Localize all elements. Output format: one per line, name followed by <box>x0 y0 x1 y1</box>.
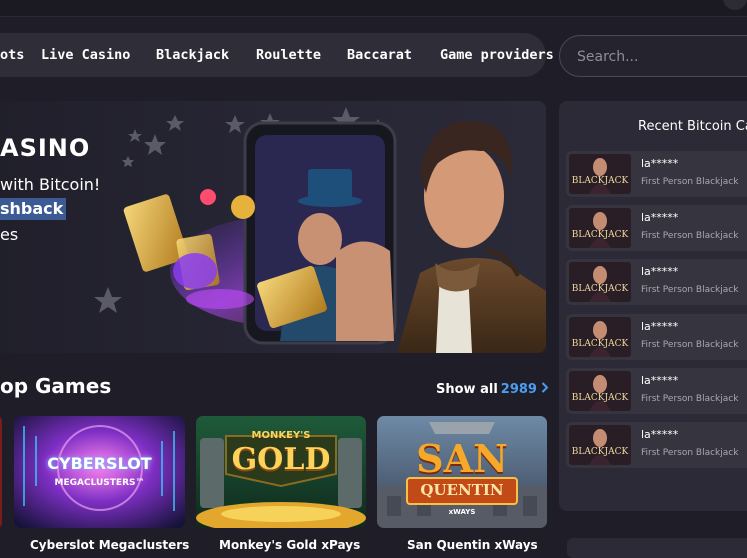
show-all-link[interactable]: Show all 2989 <box>436 382 549 397</box>
search-box <box>559 35 747 77</box>
blackjack-thumbnail: BLACKJACK <box>569 208 631 248</box>
blackjack-thumbnail: BLACKJACK <box>569 371 631 411</box>
san-quentin-logo: SAN <box>416 436 508 481</box>
san-quentin-logo-sub: QUENTIN <box>420 481 504 499</box>
monkeys-gold-logo: GOLD <box>231 442 331 477</box>
nav-item-live-casino[interactable]: Live Casino <box>41 47 130 63</box>
nav-item-baccarat[interactable]: Baccarat <box>347 47 412 63</box>
bet-username: la***** <box>641 374 679 387</box>
chevron-right-icon <box>541 382 549 397</box>
game-card-san-quentin[interactable]: SAN QUENTIN xWAYS <box>377 416 547 528</box>
bottom-panel <box>567 538 747 558</box>
recent-bet-item[interactable]: BLACKJACK la***** First Person Blackjack <box>566 422 747 468</box>
nav-item-blackjack[interactable]: Blackjack <box>156 47 229 63</box>
recent-bet-item[interactable]: BLACKJACK la***** First Person Blackjack <box>566 259 747 305</box>
recent-bet-item[interactable]: BLACKJACK la***** First Person Blackjack <box>566 314 747 360</box>
recent-bet-item[interactable]: BLACKJACK la***** First Person Blackjack <box>566 368 747 414</box>
blackjack-thumb-label: BLACKJACK <box>571 284 629 294</box>
hero-cashback-text: shback <box>0 198 67 220</box>
bet-game-name: First Person Blackjack <box>641 448 739 458</box>
monkeys-gold-logo-small: MONKEY'S <box>251 430 311 441</box>
blackjack-thumbnail: BLACKJACK <box>569 425 631 465</box>
recent-bet-item[interactable]: BLACKJACK la***** First Person Blackjack <box>566 151 747 197</box>
search-input[interactable] <box>575 45 747 69</box>
blackjack-thumbnail: BLACKJACK <box>569 154 631 194</box>
section-title-top-games: op Games <box>0 374 112 398</box>
blackjack-thumb-label: BLACKJACK <box>571 447 629 457</box>
header-control[interactable] <box>723 0 747 10</box>
nav-item-roulette[interactable]: Roulette <box>256 47 321 63</box>
bet-game-name: First Person Blackjack <box>641 340 739 350</box>
top-strip <box>0 0 747 17</box>
blackjack-thumbnail: BLACKJACK <box>569 262 631 302</box>
bet-game-name: First Person Blackjack <box>641 285 739 295</box>
show-all-label: Show all <box>436 382 498 397</box>
game-card-cyberslot[interactable]: CYBERSLOT MEGACLUSTERS™ <box>14 416 185 528</box>
bet-username: la***** <box>641 428 679 441</box>
recent-bets-title: Recent Bitcoin Ca <box>638 119 747 134</box>
hero-text-line: es <box>0 225 19 244</box>
cyberslot-logo: CYBERSLOT <box>47 454 152 473</box>
cyberslot-logo-sub: MEGACLUSTERS™ <box>54 478 145 488</box>
bet-game-name: First Person Blackjack <box>641 177 739 187</box>
game-card-monkeys-gold[interactable]: MONKEY'S GOLD <box>196 416 366 528</box>
nav-item-slots[interactable]: ots <box>0 47 24 63</box>
bet-username: la***** <box>641 211 679 224</box>
blackjack-thumb-label: BLACKJACK <box>571 176 629 186</box>
bet-game-name: First Person Blackjack <box>641 394 739 404</box>
recent-bet-item[interactable]: BLACKJACK la***** First Person Blackjack <box>566 205 747 251</box>
bet-game-name: First Person Blackjack <box>641 231 739 241</box>
bet-username: la***** <box>641 320 679 333</box>
hero-title: ASINO <box>0 134 91 162</box>
blackjack-thumb-label: BLACKJACK <box>571 339 629 349</box>
category-nav: ots Live Casino Blackjack Roulette Bacca… <box>0 33 560 77</box>
bet-username: la***** <box>641 265 679 278</box>
san-quentin-logo-badge: xWAYS <box>448 508 476 516</box>
nav-item-game-providers[interactable]: Game providers <box>440 47 554 63</box>
blackjack-thumb-label: BLACKJACK <box>571 393 629 403</box>
blackjack-thumbnail: BLACKJACK <box>569 317 631 357</box>
hero-banner[interactable]: ASINO with Bitcoin! shback es <box>0 101 546 353</box>
bet-username: la***** <box>641 157 679 170</box>
hero-subtitle: with Bitcoin! <box>0 175 101 194</box>
show-all-count: 2989 <box>500 382 537 397</box>
game-card-partial[interactable] <box>0 416 2 528</box>
blackjack-thumb-label: BLACKJACK <box>571 230 629 240</box>
